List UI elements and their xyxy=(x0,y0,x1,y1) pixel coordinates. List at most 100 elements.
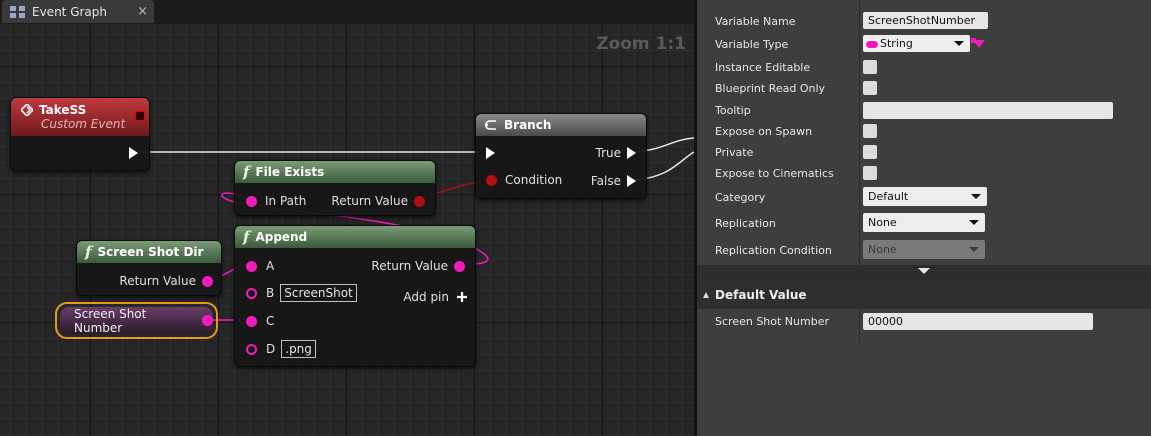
condition-pin[interactable] xyxy=(486,174,497,186)
b-pin[interactable] xyxy=(246,287,257,299)
exec-true-pin[interactable] xyxy=(627,147,636,159)
variable-type-row: Variable Type String xyxy=(697,34,1151,54)
branch-node[interactable]: Branch True Condition False xyxy=(475,113,647,199)
append-node[interactable]: f Append A Return Value B ScreenShot Add… xyxy=(234,225,476,367)
add-pin-icon[interactable] xyxy=(457,292,467,302)
return-value-label: Return Value xyxy=(119,274,196,288)
replication-condition-value: None xyxy=(868,243,897,256)
node-subtitle: Custom Event xyxy=(41,117,126,131)
instance-editable-label: Instance Editable xyxy=(715,60,811,74)
variable-name-label: Variable Name xyxy=(715,14,796,28)
b-value-input[interactable]: ScreenShot xyxy=(280,284,357,302)
node-title: Branch xyxy=(504,118,552,132)
screen-shot-number-field[interactable]: 00000 xyxy=(863,313,1093,330)
tooltip-row: Tooltip xyxy=(697,100,1151,120)
condition-label: Condition xyxy=(505,173,563,187)
function-icon: f xyxy=(243,228,250,246)
wires-layer xyxy=(140,137,694,321)
private-checkbox[interactable] xyxy=(863,145,877,159)
node-title: TakeSS xyxy=(39,103,87,117)
replication-row: Replication None xyxy=(697,213,1151,233)
a-label: A xyxy=(266,259,275,273)
replication-condition-label: Replication Condition xyxy=(715,243,832,257)
false-label: False xyxy=(590,174,621,188)
return-value-pin[interactable] xyxy=(202,275,213,287)
exec-out-pin[interactable] xyxy=(129,147,138,159)
screen-shot-number-row: Screen Shot Number 00000 xyxy=(697,311,1151,331)
category-dropdown[interactable]: Default xyxy=(863,187,987,206)
exec-false-pin[interactable] xyxy=(627,175,636,187)
in-path-label: In Path xyxy=(265,194,307,208)
variable-type-label: Variable Type xyxy=(715,37,789,51)
return-value-pin[interactable] xyxy=(414,195,425,207)
file-exists-node[interactable]: f File Exists In Path Return Value xyxy=(234,160,436,216)
a-pin[interactable] xyxy=(246,260,257,272)
exec-in-pin[interactable] xyxy=(486,147,495,159)
dropdown-arrow-icon xyxy=(969,247,979,252)
variable-out-pin[interactable] xyxy=(202,315,213,326)
container-type-icon[interactable] xyxy=(971,38,987,50)
instance-editable-checkbox[interactable] xyxy=(863,60,877,74)
expose-on-spawn-label: Expose on Spawn xyxy=(715,124,813,138)
screenshot-dir-node[interactable]: f Screen Shot Dir Return Value xyxy=(76,240,222,296)
blueprint-read-only-row: Blueprint Read Only xyxy=(697,78,1151,98)
return-value-pin[interactable] xyxy=(454,260,465,272)
screen-shot-number-getter[interactable]: Screen Shot Number xyxy=(55,302,218,339)
add-pin-label: Add pin xyxy=(403,290,449,304)
c-pin[interactable] xyxy=(246,315,257,327)
in-path-pin[interactable] xyxy=(246,195,257,207)
blueprint-read-only-label: Blueprint Read Only xyxy=(715,81,826,95)
private-row: Private xyxy=(697,142,1151,162)
blueprint-read-only-checkbox[interactable] xyxy=(863,81,877,95)
expose-to-cinematics-row: Expose to Cinematics xyxy=(697,163,1151,183)
node-title: File Exists xyxy=(255,165,325,179)
expose-to-cinematics-checkbox[interactable] xyxy=(863,166,877,180)
variable-type-dropdown[interactable]: String xyxy=(863,35,970,52)
instance-editable-row: Instance Editable xyxy=(697,57,1151,77)
d-label: D xyxy=(266,342,276,356)
b-label: B xyxy=(266,286,275,300)
variable-type-value: String xyxy=(880,37,913,50)
dropdown-arrow-icon xyxy=(954,41,964,46)
expose-to-cinematics-label: Expose to Cinematics xyxy=(715,166,834,180)
string-type-icon xyxy=(866,40,878,48)
replication-condition-row: Replication Condition None xyxy=(697,240,1151,260)
replication-condition-dropdown: None xyxy=(863,240,985,259)
dropdown-arrow-icon xyxy=(971,194,981,199)
category-value: Default xyxy=(868,190,909,203)
variable-name-row: Variable Name ScreenShotNumber xyxy=(697,11,1151,31)
expose-on-spawn-checkbox[interactable] xyxy=(863,124,877,138)
branch-icon xyxy=(485,120,496,130)
section-title: Default Value xyxy=(715,288,807,302)
variable-label: Screen Shot Number xyxy=(74,306,147,335)
default-value-section-header[interactable]: Default Value xyxy=(697,281,1151,309)
tooltip-label: Tooltip xyxy=(715,103,751,117)
node-title: Screen Shot Dir xyxy=(97,245,204,259)
replication-dropdown[interactable]: None xyxy=(863,213,985,232)
d-pin[interactable] xyxy=(246,343,257,355)
advanced-expand-bar[interactable] xyxy=(697,265,1151,281)
collapse-triangle-icon xyxy=(703,292,709,298)
d-value-input[interactable]: .png xyxy=(281,340,316,358)
expand-chevron-icon xyxy=(918,268,930,274)
screen-shot-number-label: Screen Shot Number xyxy=(715,314,829,328)
tooltip-field[interactable] xyxy=(863,102,1113,119)
category-label: Category xyxy=(715,190,766,204)
event-icon xyxy=(21,104,33,116)
expose-on-spawn-row: Expose on Spawn xyxy=(697,121,1151,141)
replication-label: Replication xyxy=(715,216,776,230)
category-row: Category Default xyxy=(697,187,1151,207)
function-icon: f xyxy=(85,243,92,261)
takess-event-node[interactable]: TakeSS Custom Event xyxy=(10,97,150,171)
default-section-divider xyxy=(859,309,860,343)
dropdown-arrow-icon xyxy=(969,220,979,225)
variable-name-field[interactable]: ScreenShotNumber xyxy=(863,12,988,29)
c-label: C xyxy=(266,314,275,328)
node-title: Append xyxy=(255,230,308,244)
function-icon: f xyxy=(243,163,250,181)
delegate-pin-icon[interactable] xyxy=(135,111,145,121)
replication-value: None xyxy=(868,216,897,229)
private-label: Private xyxy=(715,145,754,159)
return-value-label: Return Value xyxy=(331,194,408,208)
details-panel: Variable Name ScreenShotNumber Variable … xyxy=(697,0,1151,436)
